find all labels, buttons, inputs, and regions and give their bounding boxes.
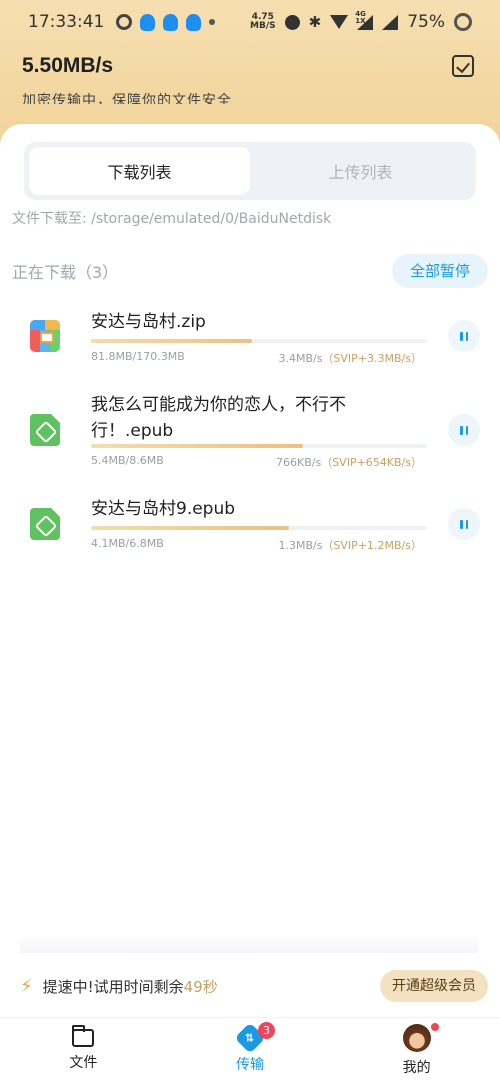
- tab-upload-list[interactable]: 上传列表: [250, 147, 471, 195]
- nav-files-label: 文件: [69, 1055, 98, 1071]
- cellular-signal-icon: [382, 14, 399, 30]
- status-right-icons: 4.75 MB/S ✱ 4G 1X 75%: [250, 10, 472, 32]
- total-speed: 5.50MB/s: [22, 54, 114, 77]
- downloading-section-header: 正在下载（3） 全部暂停: [12, 254, 488, 288]
- boost-remaining-seconds: 49秒: [183, 977, 218, 996]
- save-path: 文件下载至: /storage/emulated/0/BaiduNetdisk: [12, 211, 332, 227]
- download-meta: 4.1MB/6.8MB 1.3MB/s（SVIP+1.2MB/s）: [91, 537, 422, 553]
- file-name: 我怎么可能成为你的恋人，不行不行！.epub: [91, 395, 346, 441]
- svip-boost-speed: （SVIP+654KB/s）: [321, 456, 422, 469]
- qq-icon: [186, 13, 202, 31]
- transfer-count-badge: 3: [258, 1022, 275, 1039]
- folder-icon: [72, 1025, 95, 1047]
- download-speed: 3.4MB/s（SVIP+3.3MB/s）: [278, 352, 422, 365]
- select-checkbox-icon[interactable]: [452, 55, 474, 77]
- download-speed: 1.3MB/s（SVIP+1.2MB/s）: [278, 539, 422, 552]
- battery-icon: [454, 13, 472, 31]
- nav-mine-label: 我的: [402, 1060, 431, 1076]
- qq-icon: [140, 13, 156, 31]
- download-size: 4.1MB/6.8MB: [91, 537, 164, 550]
- battery-percent: 75%: [407, 12, 445, 32]
- speed-boost-bar: ⚡ 提速中!试用时间剩余 49秒 开通超级会员: [0, 963, 500, 1009]
- total-speed-row: 5.50MB/s: [22, 54, 478, 78]
- qq-icon: [163, 13, 179, 31]
- file-name: 安达与岛村9.epub: [91, 499, 236, 519]
- nav-files[interactable]: 文件: [0, 1018, 167, 1083]
- svip-boost-speed: （SVIP+3.3MB/s）: [322, 352, 422, 365]
- bottom-navigation: 文件 ⇅ 3 传输 我的: [0, 1017, 500, 1083]
- divider-shadow: [20, 935, 478, 953]
- download-speed: 766KB/s（SVIP+654KB/s）: [276, 456, 422, 469]
- file-name: 安达与岛村.zip: [91, 312, 206, 332]
- nav-transfer[interactable]: ⇅ 3 传输: [167, 1018, 334, 1083]
- boost-trial-text: 提速中!试用时间剩余: [42, 977, 184, 996]
- transfer-tabs: 下载列表 上传列表: [24, 142, 476, 200]
- open-svip-button[interactable]: 开通超级会员: [380, 970, 488, 1002]
- more-notifications-dot-icon: [209, 19, 216, 25]
- network-speed-unit: MB/S: [250, 21, 276, 31]
- svip-boost-speed: （SVIP+1.2MB/s）: [322, 539, 422, 552]
- download-progress-fill: [91, 526, 290, 530]
- download-progress-fill: [91, 339, 253, 343]
- signal-4g-label: 4G 1X: [355, 9, 366, 25]
- status-notification-icons: [116, 13, 216, 31]
- zip-file-icon: [30, 320, 60, 352]
- download-progress-fill: [91, 444, 303, 448]
- tab-download-list[interactable]: 下载列表: [29, 147, 250, 195]
- notification-dot: [430, 1023, 439, 1031]
- download-progress-bar: [91, 526, 427, 530]
- pause-button[interactable]: [448, 508, 480, 540]
- lightning-icon: ⚡: [20, 975, 33, 997]
- pause-button[interactable]: [448, 320, 480, 352]
- download-meta: 81.8MB/170.3MB 3.4MB/s（SVIP+3.3MB/s）: [91, 350, 422, 366]
- nav-mine[interactable]: 我的: [333, 1018, 500, 1083]
- epub-file-icon: [30, 414, 60, 446]
- epub-file-icon: [30, 508, 60, 540]
- alarm-icon: [284, 14, 300, 30]
- status-time: 17:33:41: [28, 12, 105, 32]
- avatar: [402, 1024, 431, 1052]
- download-size: 5.4MB/8.6MB: [91, 454, 164, 467]
- download-meta: 5.4MB/8.6MB 766KB/s（SVIP+654KB/s）: [91, 454, 422, 470]
- pause-button[interactable]: [448, 414, 480, 446]
- wifi-icon: [330, 15, 349, 29]
- pause-all-button[interactable]: 全部暂停: [391, 254, 488, 288]
- cellular-signal-4g-icon: 4G 1X: [355, 10, 374, 30]
- nav-transfer-label: 传输: [236, 1057, 264, 1073]
- netease-icon: [116, 14, 133, 30]
- downloading-count-title: 正在下载（3）: [12, 263, 119, 282]
- secure-transfer-text: 加密传输中，保障你的文件安全: [22, 93, 232, 104]
- download-progress-bar: [91, 444, 427, 448]
- network-speed-indicator: 4.75 MB/S: [250, 13, 276, 31]
- status-bar: 17:33:41 4.75 MB/S ✱ 4G 1X 75%: [0, 0, 500, 44]
- download-progress-bar: [91, 339, 427, 343]
- bluetooth-icon: ✱: [308, 13, 322, 31]
- download-size: 81.8MB/170.3MB: [91, 350, 185, 363]
